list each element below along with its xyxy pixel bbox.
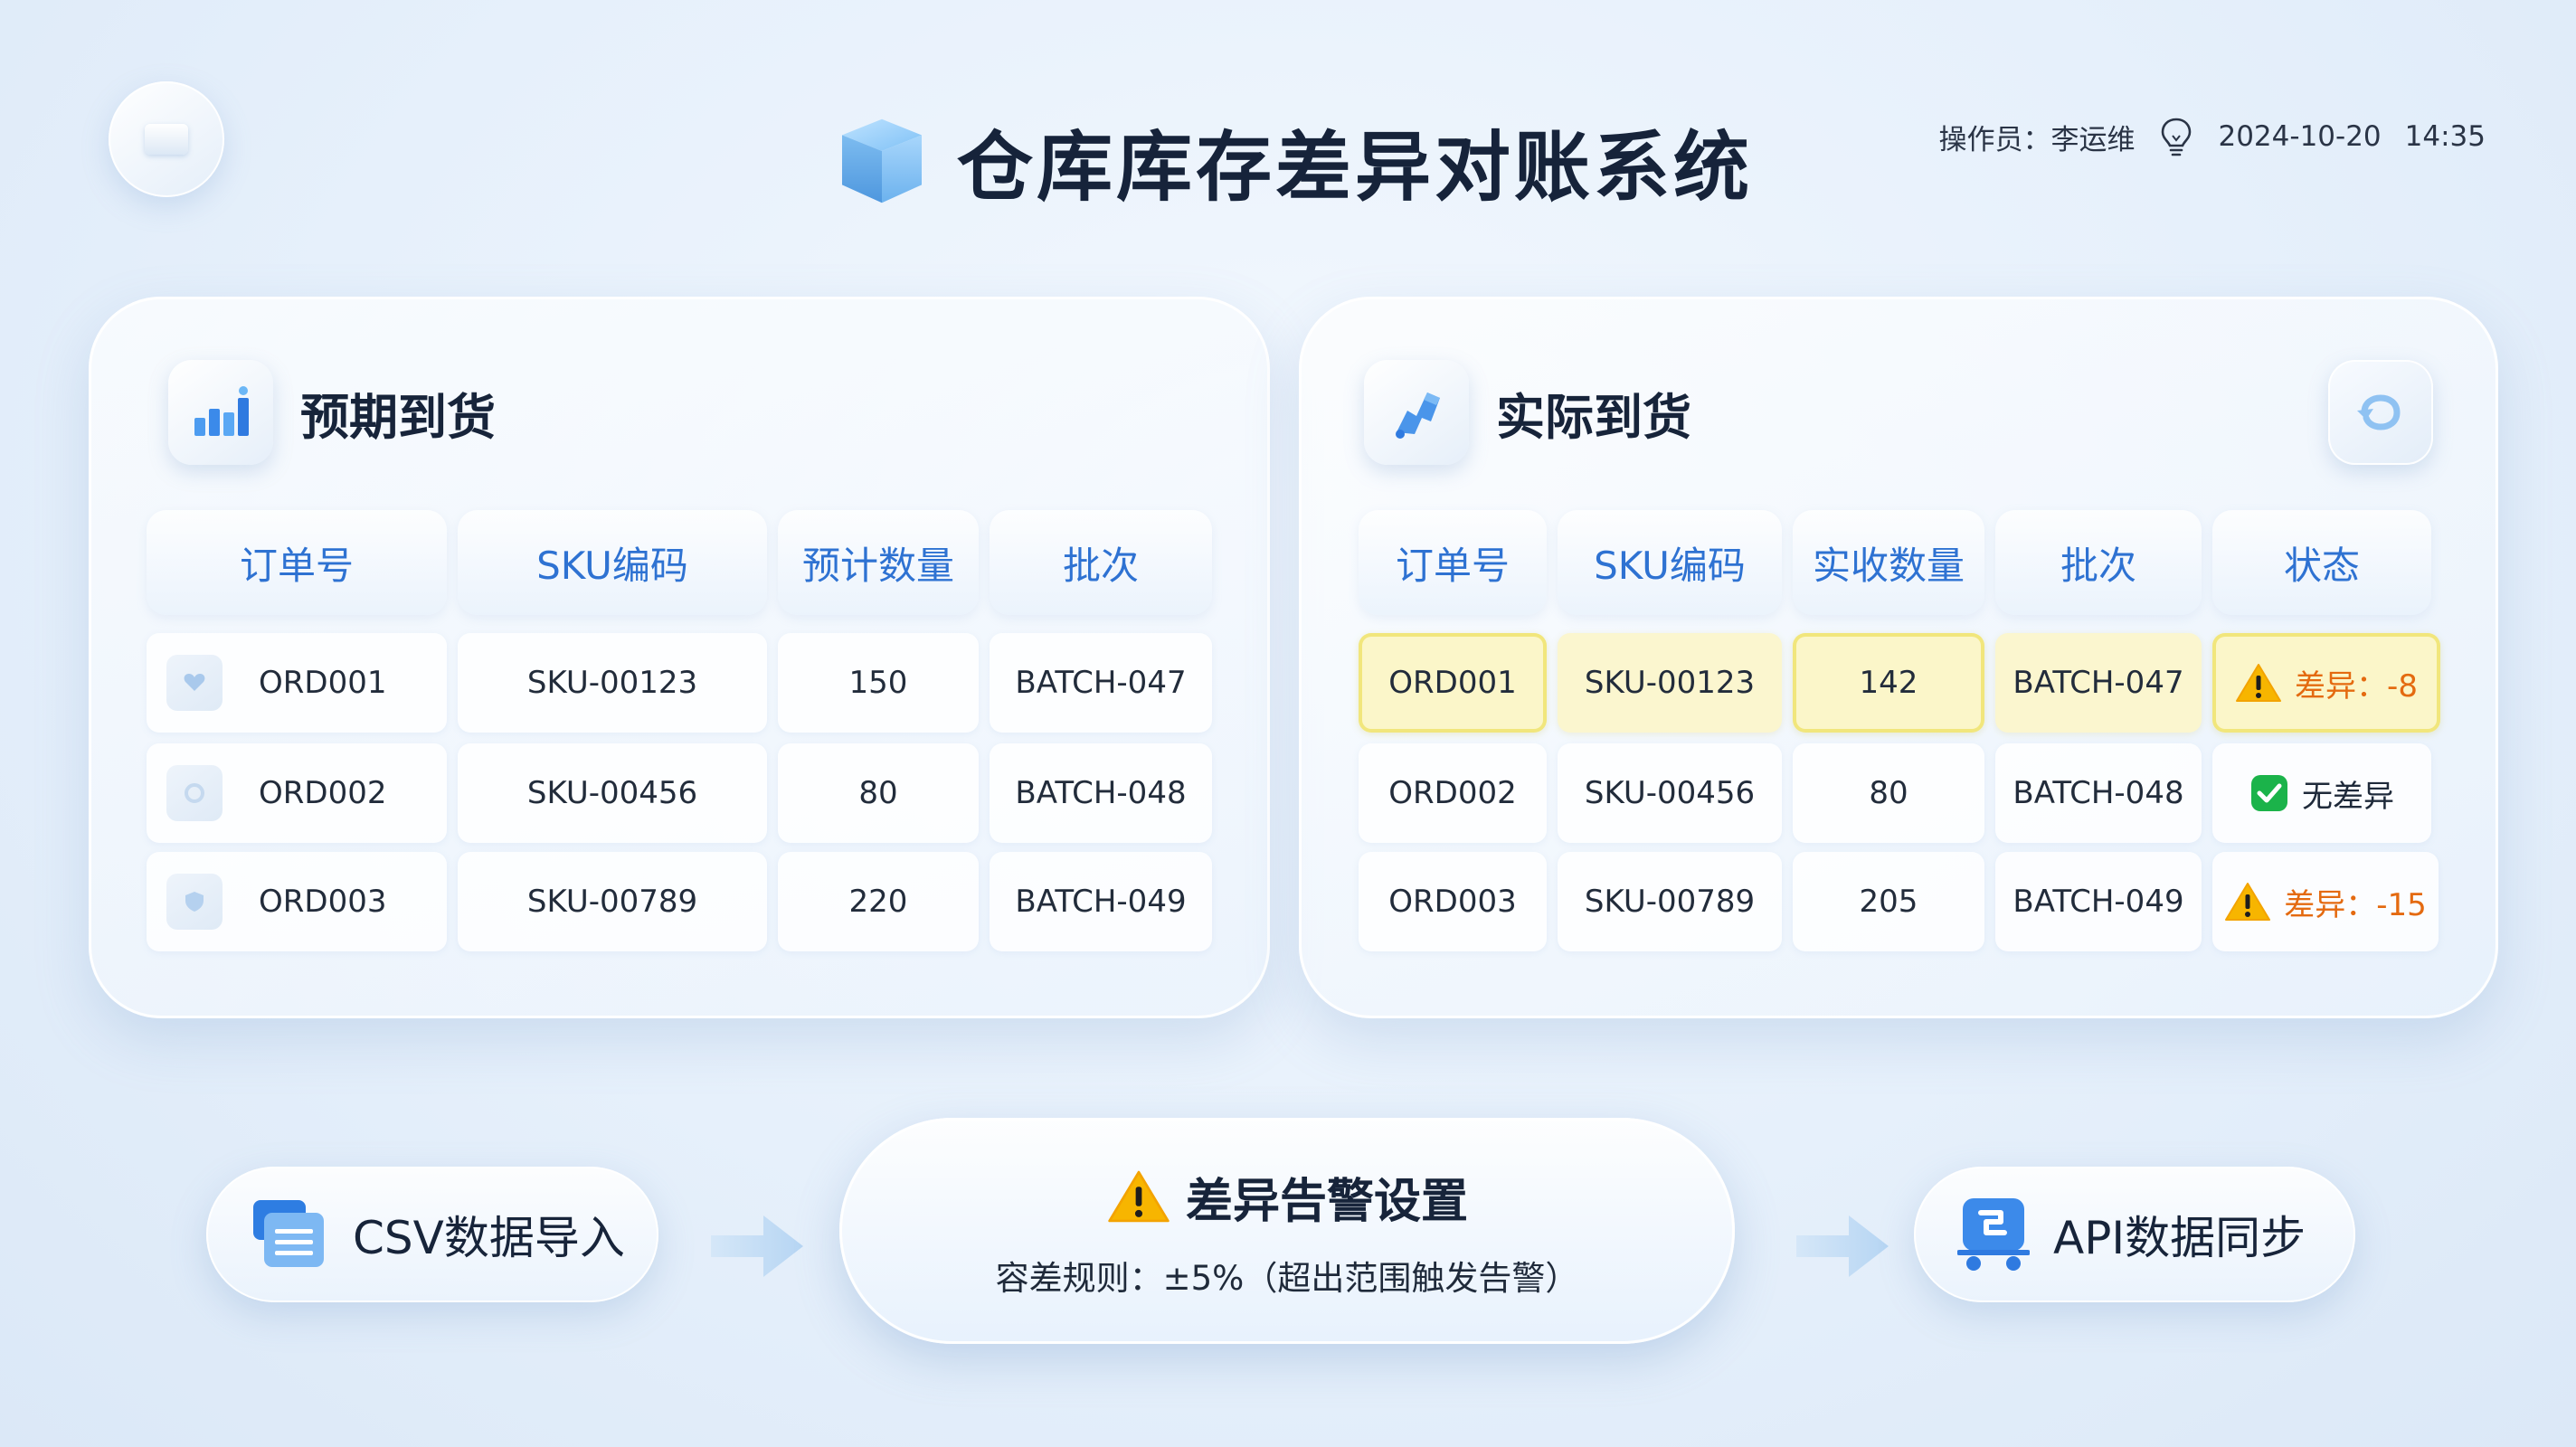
- alert-settings-title: 差异告警设置: [1185, 1174, 1468, 1229]
- batch-cell: BATCH-047: [1995, 633, 2202, 733]
- api-sync-label: API数据同步: [2053, 1212, 2306, 1264]
- status-badge: 差异：-8: [2212, 633, 2440, 733]
- alert-settings-card[interactable]: 差异告警设置 容差规则：±5%（超出范围触发告警）: [839, 1118, 1735, 1344]
- table-header-row: 订单号 SKU编码 实收数量 批次 状态: [1359, 510, 2431, 615]
- column-header-batch[interactable]: 批次: [1995, 510, 2202, 615]
- qty-cell: 205: [1793, 852, 1984, 951]
- actual-panel-title: 实际到货: [1496, 388, 1691, 446]
- hand-truck-icon: [1364, 360, 1469, 465]
- sku-cell: SKU-00789: [1558, 852, 1782, 951]
- shield-icon: [166, 874, 223, 930]
- actual-panel-header: 实际到货: [1364, 360, 1691, 465]
- status-badge: 差异：-15: [2212, 852, 2439, 951]
- column-header-batch[interactable]: 批次: [990, 510, 1212, 615]
- sku-cell: SKU-00123: [458, 633, 767, 733]
- batch-cell: BATCH-047: [990, 633, 1212, 733]
- column-header-sku[interactable]: SKU编码: [458, 510, 767, 615]
- order-cell: ORD001: [1359, 633, 1547, 733]
- batch-cell: BATCH-048: [1995, 743, 2202, 843]
- heart-icon: [166, 655, 223, 711]
- order-cell: ORD003: [147, 852, 447, 951]
- sku-cell: SKU-00456: [458, 743, 767, 843]
- arrow-right-icon: [711, 1215, 803, 1277]
- lightbulb-icon: [2162, 118, 2192, 156]
- csv-import-button[interactable]: CSV数据导入: [206, 1167, 658, 1302]
- batch-cell: BATCH-048: [990, 743, 1212, 843]
- cart-sync-icon: [1957, 1198, 2030, 1271]
- operator-label: 操作员：李运维: [1938, 123, 2136, 156]
- window-icon: [145, 124, 188, 155]
- qty-cell: 142: [1793, 633, 1984, 733]
- sku-cell: SKU-00123: [1558, 633, 1782, 733]
- check-icon: [2251, 775, 2287, 811]
- warning-icon: [2236, 664, 2282, 702]
- table-row[interactable]: ORD002 SKU-00456 80 BATCH-048: [147, 743, 1212, 843]
- alert-settings-title-group: 差异告警设置: [1106, 1163, 1468, 1231]
- cube-icon: [842, 118, 922, 203]
- warning-icon: [2225, 883, 2271, 921]
- table-row[interactable]: ORD002 SKU-00456 80 BATCH-048 无差异: [1359, 743, 2431, 843]
- tolerance-rule-text: 容差规则：±5%（超出范围触发告警）: [995, 1258, 1579, 1298]
- column-header-order[interactable]: 订单号: [147, 510, 447, 615]
- refresh-button[interactable]: [2328, 360, 2433, 465]
- column-header-status[interactable]: 状态: [2212, 510, 2431, 615]
- warning-icon: [1108, 1170, 1170, 1223]
- circle-icon: [166, 765, 223, 821]
- header-meta: 操作员：李运维 2024-10-20 14:35: [1938, 114, 2486, 159]
- column-header-sku[interactable]: SKU编码: [1558, 510, 1782, 615]
- order-cell: ORD002: [1359, 743, 1547, 843]
- order-cell: ORD003: [1359, 852, 1547, 951]
- qty-cell: 80: [1793, 743, 1984, 843]
- sku-cell: SKU-00789: [458, 852, 767, 951]
- time-text: 14:35: [2404, 120, 2486, 153]
- date-text: 2024-10-20: [2218, 120, 2382, 153]
- column-header-qty[interactable]: 预计数量: [778, 510, 979, 615]
- arrow-right-icon: [1796, 1215, 1889, 1277]
- column-header-order[interactable]: 订单号: [1359, 510, 1547, 615]
- table-header-row: 订单号 SKU编码 预计数量 批次: [147, 510, 1212, 615]
- refresh-icon: [2357, 394, 2401, 430]
- bar-chart-icon: [168, 360, 273, 465]
- sku-cell: SKU-00456: [1558, 743, 1782, 843]
- column-header-qty[interactable]: 实收数量: [1793, 510, 1984, 615]
- batch-cell: BATCH-049: [990, 852, 1212, 951]
- csv-import-label: CSV数据导入: [353, 1212, 625, 1264]
- table-row[interactable]: ORD001 SKU-00123 142 BATCH-047 差异：-8: [1359, 633, 2440, 733]
- expected-arrivals-panel: 预期到货 订单号 SKU编码 预计数量 批次 ORD001 SKU-00123 …: [89, 297, 1270, 1018]
- actual-arrivals-panel: 实际到货 订单号 SKU编码 实收数量 批次 状态 ORD001 SKU-001…: [1299, 297, 2498, 1018]
- order-cell: ORD001: [147, 633, 447, 733]
- page-title: 仓库库存差异对账系统: [957, 122, 1754, 212]
- order-cell: ORD002: [147, 743, 447, 843]
- qty-cell: 80: [778, 743, 979, 843]
- expected-panel-header: 预期到货: [168, 360, 496, 465]
- api-sync-button[interactable]: API数据同步: [1914, 1167, 2355, 1302]
- expected-panel-title: 预期到货: [300, 388, 496, 446]
- file-stack-icon: [253, 1200, 324, 1267]
- app-title-group: 仓库库存差异对账系统: [832, 107, 1753, 215]
- table-row[interactable]: ORD003 SKU-00789 205 BATCH-049 差异：-15: [1359, 852, 2439, 951]
- home-badge[interactable]: [109, 81, 224, 197]
- table-row[interactable]: ORD001 SKU-00123 150 BATCH-047: [147, 633, 1212, 733]
- table-row[interactable]: ORD003 SKU-00789 220 BATCH-049: [147, 852, 1212, 951]
- qty-cell: 150: [778, 633, 979, 733]
- qty-cell: 220: [778, 852, 979, 951]
- batch-cell: BATCH-049: [1995, 852, 2202, 951]
- status-badge: 无差异: [2212, 743, 2431, 843]
